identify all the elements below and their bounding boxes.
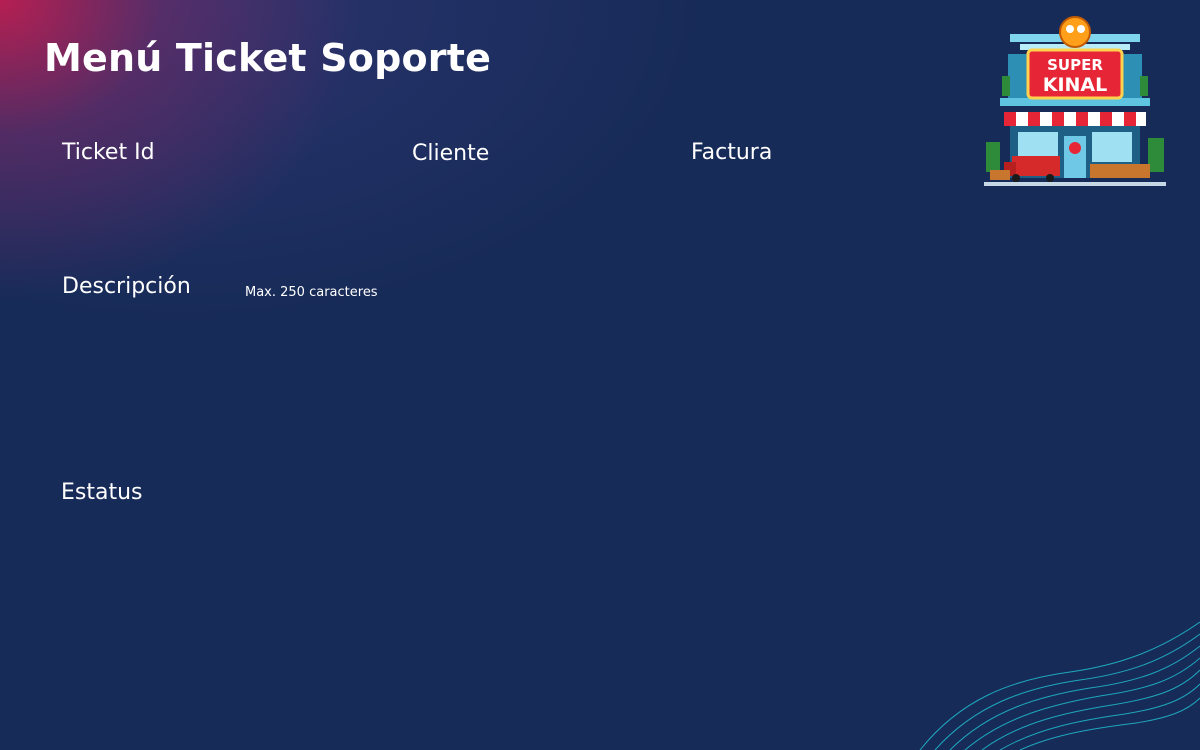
page-title: Menú Ticket Soporte	[44, 36, 492, 80]
factura-label: Factura	[691, 140, 773, 165]
super-kinal-logo: SUPER KINAL	[980, 14, 1170, 192]
descripcion-label: Descripción	[62, 274, 191, 299]
descripcion-hint: Max. 250 caracteres	[245, 285, 378, 300]
storefront-icon: SUPER KINAL	[984, 16, 1166, 186]
logo-text-kinal: KINAL	[1043, 74, 1108, 96]
estatus-label: Estatus	[61, 480, 143, 505]
decorative-waves	[919, 621, 1200, 750]
logo-text-super: SUPER	[1047, 56, 1103, 74]
cliente-label: Cliente	[412, 141, 490, 166]
ticket-id-label: Ticket Id	[62, 140, 155, 165]
